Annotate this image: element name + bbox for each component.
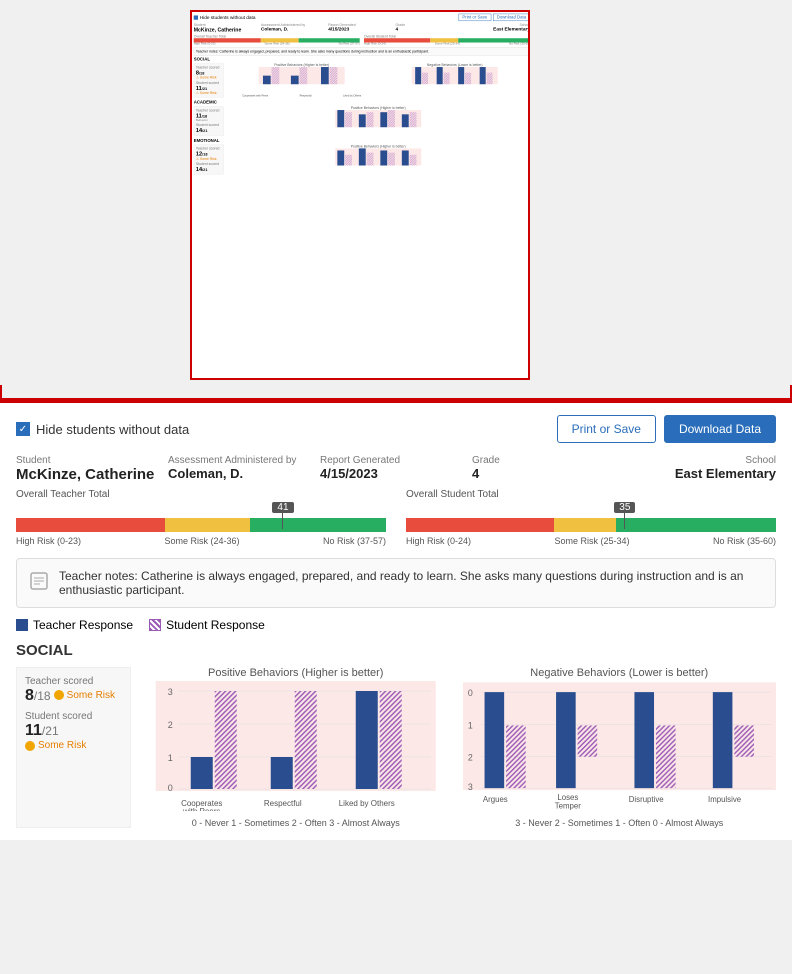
- download-data-button[interactable]: Download Data: [664, 415, 776, 443]
- student-progress-bar: 35: [406, 502, 776, 534]
- svg-text:1: 1: [467, 720, 472, 730]
- social-charts-row: Positive Behaviors (Higher is better) 3 …: [139, 667, 776, 828]
- positive-chart-title: Positive Behaviors (Higher is better): [139, 667, 453, 679]
- top-controls-row: ✓ Hide students without data Print or Sa…: [16, 415, 776, 443]
- assessed-by-label: Assessment Administered by: [168, 455, 320, 466]
- svg-text:2: 2: [467, 753, 472, 763]
- student-bar-legend: High Risk (0-24) Some Risk (25-34) No Ri…: [406, 536, 776, 546]
- report-generated-label: Report Generated: [320, 455, 472, 466]
- svg-text:Loses: Loses: [557, 793, 578, 802]
- teacher-marker-label: 41: [272, 502, 293, 513]
- teacher-risk-dot: [54, 690, 64, 700]
- assessed-by-col: Assessment Administered by Coleman, D.: [168, 455, 320, 483]
- student-total-group: Overall Student Total 35 High Risk (0-24…: [406, 489, 776, 546]
- teacher-notes-text: Teacher notes: Catherine is always engag…: [59, 569, 763, 597]
- grade-col: Grade 4: [472, 455, 624, 483]
- student-high-risk: High Risk (0-24): [406, 536, 471, 546]
- print-save-button[interactable]: Print or Save: [557, 415, 656, 443]
- legend-student-label: Student Response: [166, 618, 265, 632]
- svg-text:0: 0: [467, 688, 472, 698]
- social-score-panel: Teacher scored 8/18 Some Risk Student sc…: [16, 667, 131, 828]
- grade-value: 4: [472, 466, 624, 481]
- teacher-bar-legend: High Risk (0-23) Some Risk (24-36) No Ri…: [16, 536, 386, 546]
- student-no-risk: No Risk (35-60): [713, 536, 776, 546]
- student-scored-label: Student scored: [25, 711, 122, 722]
- negative-chart-title: Negative Behaviors (Lower is better): [463, 667, 777, 679]
- svg-text:3: 3: [467, 782, 472, 792]
- student-response-icon: [149, 619, 161, 631]
- teacher-high-risk: High Risk (0-23): [16, 536, 81, 546]
- svg-text:Respectful: Respectful: [264, 799, 302, 808]
- student-risk-dot: [25, 741, 35, 751]
- legend-student-response: Student Response: [149, 618, 265, 632]
- teacher-score-row: Teacher scored 8/18 Some Risk: [25, 676, 122, 705]
- action-buttons: Print or Save Download Data: [557, 415, 776, 443]
- legend: Teacher Response Student Response: [16, 618, 776, 632]
- teacher-notes: Teacher notes: Catherine is always engag…: [16, 558, 776, 608]
- svg-text:Liked by Others: Liked by Others: [339, 799, 395, 808]
- positive-chart-svg: 3 2 1 0: [139, 681, 453, 811]
- preview-thumbnail: Hide students without data Print or Save…: [190, 10, 530, 380]
- social-charts-area: Positive Behaviors (Higher is better) 3 …: [139, 667, 776, 828]
- student-score-value: 11: [25, 722, 42, 739]
- hide-students-checkbox[interactable]: ✓: [16, 422, 30, 436]
- positive-behaviors-chart: Positive Behaviors (Higher is better) 3 …: [139, 667, 453, 828]
- student-score-row: Student scored 11/21 Some Risk: [25, 711, 122, 754]
- preview-bottom-border: [0, 385, 792, 400]
- notes-icon: [29, 571, 49, 596]
- school-value: East Elementary: [624, 466, 776, 481]
- teacher-scored-label: Teacher scored: [25, 676, 122, 687]
- legend-teacher-label: Teacher Response: [33, 618, 133, 632]
- legend-teacher-response: Teacher Response: [16, 618, 133, 632]
- teacher-progress-bar: 41: [16, 502, 386, 534]
- teacher-total-label: Overall Teacher Total: [16, 489, 386, 500]
- teacher-risk-label: Some Risk: [67, 690, 115, 701]
- grade-label: Grade: [472, 455, 624, 466]
- social-header: SOCIAL: [16, 642, 776, 659]
- school-col: School East Elementary: [624, 455, 776, 483]
- assessed-by-value: Coleman, D.: [168, 466, 320, 481]
- negative-behaviors-chart: Negative Behaviors (Lower is better) 0 1…: [463, 667, 777, 828]
- student-some-risk: Some Risk (25-34): [554, 536, 629, 546]
- teacher-risk-badge: Some Risk: [54, 690, 115, 701]
- student-header: Student McKinze, Catherine Assessment Ad…: [16, 455, 776, 483]
- preview-area: Hide students without data Print or Save…: [0, 0, 792, 400]
- student-marker-label: 35: [614, 502, 635, 513]
- svg-text:Argues: Argues: [482, 795, 507, 804]
- student-risk-badge: Some Risk: [25, 740, 86, 751]
- school-label: School: [624, 455, 776, 466]
- svg-text:1: 1: [168, 753, 173, 763]
- student-info-col: Student McKinze, Catherine: [16, 455, 168, 483]
- teacher-no-risk: No Risk (37-57): [323, 536, 386, 546]
- svg-text:0: 0: [168, 783, 173, 793]
- hide-students-text: Hide students without data: [36, 422, 189, 437]
- negative-chart-legend: 3 - Never 2 - Sometimes 1 - Often 0 - Al…: [463, 818, 777, 828]
- teacher-some-risk: Some Risk (24-36): [164, 536, 239, 546]
- svg-text:Temper: Temper: [554, 802, 580, 811]
- teacher-response-icon: [16, 619, 28, 631]
- teacher-score-value: 8: [25, 687, 34, 704]
- positive-chart-legend: 0 - Never 1 - Sometimes 2 - Often 3 - Al…: [139, 818, 453, 828]
- student-label: Student: [16, 455, 168, 466]
- student-risk-label: Some Risk: [38, 740, 86, 751]
- svg-text:2: 2: [168, 720, 173, 730]
- svg-text:Disruptive: Disruptive: [628, 795, 663, 804]
- report-generated-value: 4/15/2023: [320, 466, 472, 481]
- progress-section: Overall Teacher Total 41 High Risk (0-23…: [16, 489, 776, 546]
- negative-chart-svg: 0 1 2 3: [463, 681, 777, 811]
- teacher-total-group: Overall Teacher Total 41 High Risk (0-23…: [16, 489, 386, 546]
- hide-students-label[interactable]: ✓ Hide students without data: [16, 422, 189, 437]
- svg-text:3: 3: [168, 687, 173, 697]
- student-name: McKinze, Catherine: [16, 466, 168, 483]
- svg-text:with Peers: with Peers: [182, 807, 220, 811]
- main-report: ✓ Hide students without data Print or Sa…: [0, 400, 792, 840]
- student-total-label: Overall Student Total: [406, 489, 776, 500]
- social-container: Teacher scored 8/18 Some Risk Student sc…: [16, 667, 776, 828]
- svg-text:Impulsive: Impulsive: [708, 795, 741, 804]
- report-generated-col: Report Generated 4/15/2023: [320, 455, 472, 483]
